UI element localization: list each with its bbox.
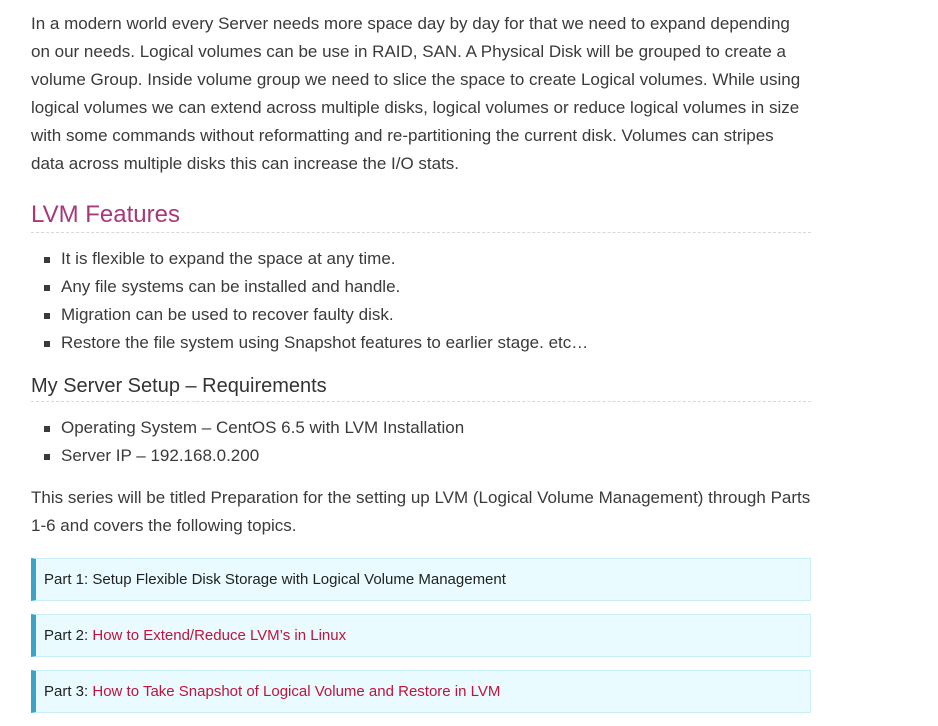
part-prefix: Part 2:: [44, 627, 93, 644]
square-bullet-icon: [44, 285, 50, 291]
part-3-callout: Part 3: How to Take Snapshot of Logical …: [31, 670, 811, 713]
list-item: It is flexible to expand the space at an…: [31, 245, 811, 273]
list-item: Operating System – CentOS 6.5 with LVM I…: [31, 414, 811, 442]
lvm-features-list: It is flexible to expand the space at an…: [31, 245, 811, 357]
part-1-title: Setup Flexible Disk Storage with Logical…: [92, 571, 506, 588]
part-1-callout: Part 1: Setup Flexible Disk Storage with…: [31, 558, 811, 601]
part-2-link[interactable]: How to Extend/Reduce LVM’s in Linux: [92, 627, 346, 644]
series-paragraph: This series will be titled Preparation f…: [31, 488, 811, 535]
article-content: In a modern world every Server needs mor…: [31, 10, 811, 726]
part-2-callout: Part 2: How to Extend/Reduce LVM’s in Li…: [31, 614, 811, 657]
series-parts-list: Part 1: Setup Flexible Disk Storage with…: [31, 558, 811, 713]
list-item: Restore the file system using Snapshot f…: [31, 329, 811, 357]
list-item-text: It is flexible to expand the space at an…: [61, 249, 396, 268]
list-item-text: Operating System – CentOS 6.5 with LVM I…: [61, 418, 465, 437]
list-item: Migration can be used to recover faulty …: [31, 301, 811, 329]
square-bullet-icon: [44, 313, 50, 319]
list-item-text: Any file systems can be installed and ha…: [61, 277, 401, 296]
list-item: Server IP – 192.168.0.200: [31, 442, 811, 470]
list-item-text: Migration can be used to recover faulty …: [61, 305, 394, 324]
lvm-features-heading: LVM Features: [31, 200, 811, 233]
server-setup-list: Operating System – CentOS 6.5 with LVM I…: [31, 414, 811, 470]
square-bullet-icon: [44, 257, 50, 263]
square-bullet-icon: [44, 454, 50, 460]
part-3-link[interactable]: How to Take Snapshot of Logical Volume a…: [92, 683, 500, 700]
part-prefix: Part 1:: [44, 571, 93, 588]
intro-paragraph: In a modern world every Server needs mor…: [31, 14, 801, 173]
server-setup-heading: My Server Setup – Requirements: [31, 373, 811, 402]
square-bullet-icon: [44, 341, 50, 347]
part-prefix: Part 3:: [44, 683, 93, 700]
list-item-text: Restore the file system using Snapshot f…: [61, 333, 589, 352]
square-bullet-icon: [44, 426, 50, 432]
list-item: Any file systems can be installed and ha…: [31, 273, 811, 301]
list-item-text: Server IP – 192.168.0.200: [61, 446, 260, 465]
